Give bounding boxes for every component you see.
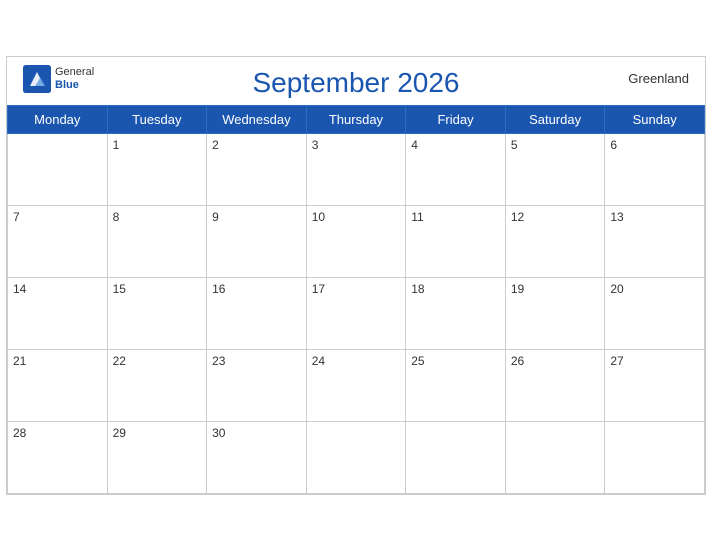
day-cell: 18 (406, 277, 506, 349)
date-number: 23 (212, 354, 225, 368)
date-number: 30 (212, 426, 225, 440)
day-cell: 5 (505, 133, 605, 205)
date-number: 22 (113, 354, 126, 368)
week-row-4: 21 22 23 24 25 26 27 (8, 349, 705, 421)
day-cell (605, 421, 705, 493)
day-cell: 20 (605, 277, 705, 349)
day-cell: 15 (107, 277, 207, 349)
region-label: Greenland (628, 71, 689, 86)
date-number: 2 (212, 138, 219, 152)
day-cell: 2 (207, 133, 307, 205)
header-thursday: Thursday (306, 105, 406, 133)
week-row-2: 7 8 9 10 11 12 13 (8, 205, 705, 277)
header-friday: Friday (406, 105, 506, 133)
date-number: 7 (13, 210, 20, 224)
day-cell: 7 (8, 205, 108, 277)
date-number: 21 (13, 354, 26, 368)
day-cell: 19 (505, 277, 605, 349)
month-title: September 2026 (252, 67, 459, 99)
day-cell: 6 (605, 133, 705, 205)
day-cell: 17 (306, 277, 406, 349)
weekday-header-row: Monday Tuesday Wednesday Thursday Friday… (8, 105, 705, 133)
day-cell: 29 (107, 421, 207, 493)
day-cell: 8 (107, 205, 207, 277)
date-number: 3 (312, 138, 319, 152)
day-cell: 1 (107, 133, 207, 205)
calendar-container: General Blue September 2026 Greenland Mo… (6, 56, 706, 495)
date-number: 13 (610, 210, 623, 224)
date-number: 17 (312, 282, 325, 296)
date-number: 14 (13, 282, 26, 296)
date-number: 12 (511, 210, 524, 224)
date-number: 24 (312, 354, 325, 368)
header-wednesday: Wednesday (207, 105, 307, 133)
logo-text: General Blue (55, 66, 94, 90)
logo: General Blue (23, 65, 94, 93)
date-number: 29 (113, 426, 126, 440)
day-cell: 4 (406, 133, 506, 205)
date-number: 15 (113, 282, 126, 296)
day-cell (306, 421, 406, 493)
day-cell: 28 (8, 421, 108, 493)
day-cell: 3 (306, 133, 406, 205)
header-tuesday: Tuesday (107, 105, 207, 133)
date-number: 11 (411, 210, 423, 224)
week-row-3: 14 15 16 17 18 19 20 (8, 277, 705, 349)
week-row-1: 1 2 3 4 5 6 (8, 133, 705, 205)
calendar-header: General Blue September 2026 Greenland (7, 57, 705, 105)
date-number: 1 (113, 138, 120, 152)
calendar-table: Monday Tuesday Wednesday Thursday Friday… (7, 105, 705, 494)
date-number: 9 (212, 210, 219, 224)
date-number: 16 (212, 282, 225, 296)
day-cell: 21 (8, 349, 108, 421)
date-number: 20 (610, 282, 623, 296)
date-number: 5 (511, 138, 518, 152)
logo-general-text: General (55, 66, 94, 78)
day-cell: 24 (306, 349, 406, 421)
date-number: 18 (411, 282, 424, 296)
date-number: 28 (13, 426, 26, 440)
day-cell: 26 (505, 349, 605, 421)
date-number: 10 (312, 210, 325, 224)
week-row-5: 28 29 30 (8, 421, 705, 493)
date-number: 6 (610, 138, 617, 152)
day-cell (505, 421, 605, 493)
day-cell: 16 (207, 277, 307, 349)
date-number: 8 (113, 210, 120, 224)
date-number: 4 (411, 138, 418, 152)
day-cell: 27 (605, 349, 705, 421)
day-cell: 13 (605, 205, 705, 277)
day-cell (406, 421, 506, 493)
day-cell: 30 (207, 421, 307, 493)
header-sunday: Sunday (605, 105, 705, 133)
day-cell: 23 (207, 349, 307, 421)
day-cell: 22 (107, 349, 207, 421)
date-number: 26 (511, 354, 524, 368)
day-cell (8, 133, 108, 205)
day-cell: 9 (207, 205, 307, 277)
date-number: 25 (411, 354, 424, 368)
logo-blue-text: Blue (55, 79, 94, 91)
day-cell: 11 (406, 205, 506, 277)
date-number: 27 (610, 354, 623, 368)
date-number: 19 (511, 282, 524, 296)
day-cell: 12 (505, 205, 605, 277)
calendar-body: 1234567891011121314151617181920212223242… (8, 133, 705, 493)
day-cell: 14 (8, 277, 108, 349)
day-cell: 25 (406, 349, 506, 421)
logo-icon (23, 65, 51, 93)
header-saturday: Saturday (505, 105, 605, 133)
day-cell: 10 (306, 205, 406, 277)
header-monday: Monday (8, 105, 108, 133)
